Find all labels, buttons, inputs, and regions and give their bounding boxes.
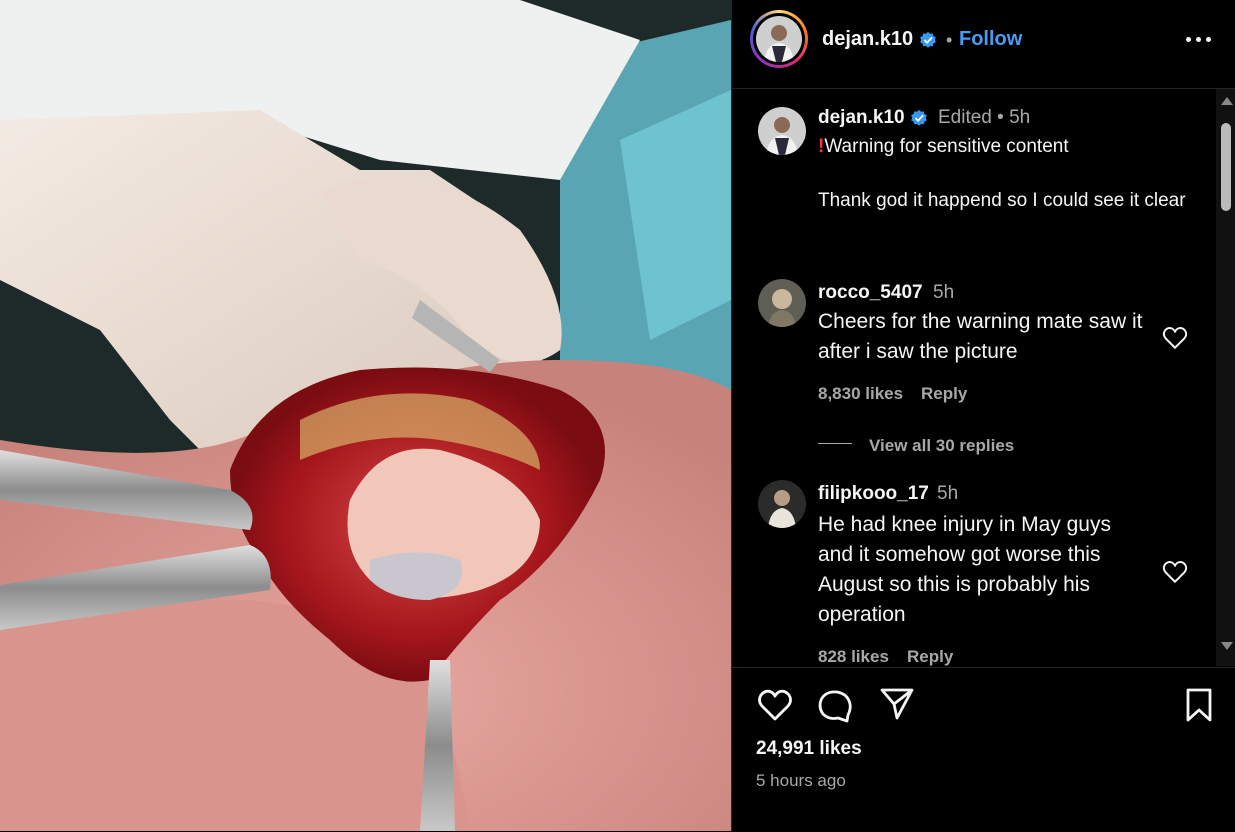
- avatar: [756, 16, 802, 62]
- comment-time: 5h: [933, 282, 955, 303]
- caption-line2: Thank god it happend so I could see it c…: [818, 190, 1186, 211]
- story-ring[interactable]: [750, 10, 808, 68]
- comment-like-heart-icon[interactable]: [1162, 560, 1188, 584]
- view-replies-button[interactable]: View all 30 replies: [869, 436, 1014, 456]
- scrollbar-thumb[interactable]: [1221, 123, 1231, 211]
- comment-likes[interactable]: 828 likes: [818, 647, 889, 666]
- comments-scrollbar[interactable]: [1216, 89, 1235, 666]
- verified-badge-icon: [919, 31, 936, 48]
- post-image[interactable]: [0, 0, 731, 831]
- follow-button[interactable]: Follow: [959, 28, 1022, 51]
- comment-text: Cheers for the warning mate saw it after…: [818, 310, 1143, 363]
- verified-badge-icon: [911, 109, 927, 126]
- caption-line1: Warning for sensitive content: [824, 136, 1069, 157]
- comment-text: He had knee injury in May guys and it so…: [818, 513, 1111, 626]
- share-icon[interactable]: [878, 684, 916, 722]
- post-actions: 24,991 likes 5 hours ago: [732, 667, 1235, 832]
- heart-icon[interactable]: [756, 686, 794, 724]
- post-author-username[interactable]: dejan.k10: [822, 28, 937, 51]
- post-likes-count[interactable]: 24,991 likes: [756, 738, 862, 760]
- comment-time: 5h: [937, 483, 959, 504]
- post-details-panel: dejan.k10 • Follow dejan.k10 Edited • 5h…: [731, 0, 1235, 831]
- caption-username[interactable]: dejan.k10: [818, 107, 928, 129]
- comments-list[interactable]: dejan.k10 Edited • 5h !Warning for sensi…: [732, 89, 1216, 666]
- post-timestamp: 5 hours ago: [756, 771, 846, 790]
- caption-text: !Warning for sensitive content: [818, 133, 1198, 160]
- view-replies-divider: [818, 443, 852, 444]
- comment-reply-button[interactable]: Reply: [907, 647, 953, 666]
- caption-avatar[interactable]: [758, 107, 806, 155]
- comment-like-heart-icon[interactable]: [1162, 326, 1188, 350]
- comment-reply-button[interactable]: Reply: [921, 384, 967, 404]
- comment-username[interactable]: filipkooo_17: [818, 483, 929, 505]
- bookmark-icon[interactable]: [1180, 686, 1218, 724]
- comment-likes[interactable]: 8,830 likes: [818, 384, 903, 404]
- caption-meta: Edited • 5h: [938, 107, 1031, 128]
- comment-avatar[interactable]: [758, 279, 806, 327]
- scroll-up-arrow-icon[interactable]: [1221, 97, 1233, 105]
- caption-username-text[interactable]: dejan.k10: [818, 107, 905, 128]
- surgery-photo: [0, 0, 731, 831]
- post-header: dejan.k10 • Follow: [732, 0, 1235, 89]
- username-text[interactable]: dejan.k10: [822, 28, 913, 50]
- more-options-icon[interactable]: [1184, 26, 1214, 52]
- comment-icon[interactable]: [816, 686, 854, 724]
- scroll-down-arrow-icon[interactable]: [1221, 642, 1233, 650]
- comment-username[interactable]: rocco_5407: [818, 282, 923, 304]
- comment-avatar[interactable]: [758, 480, 806, 528]
- separator-dot: •: [946, 30, 953, 50]
